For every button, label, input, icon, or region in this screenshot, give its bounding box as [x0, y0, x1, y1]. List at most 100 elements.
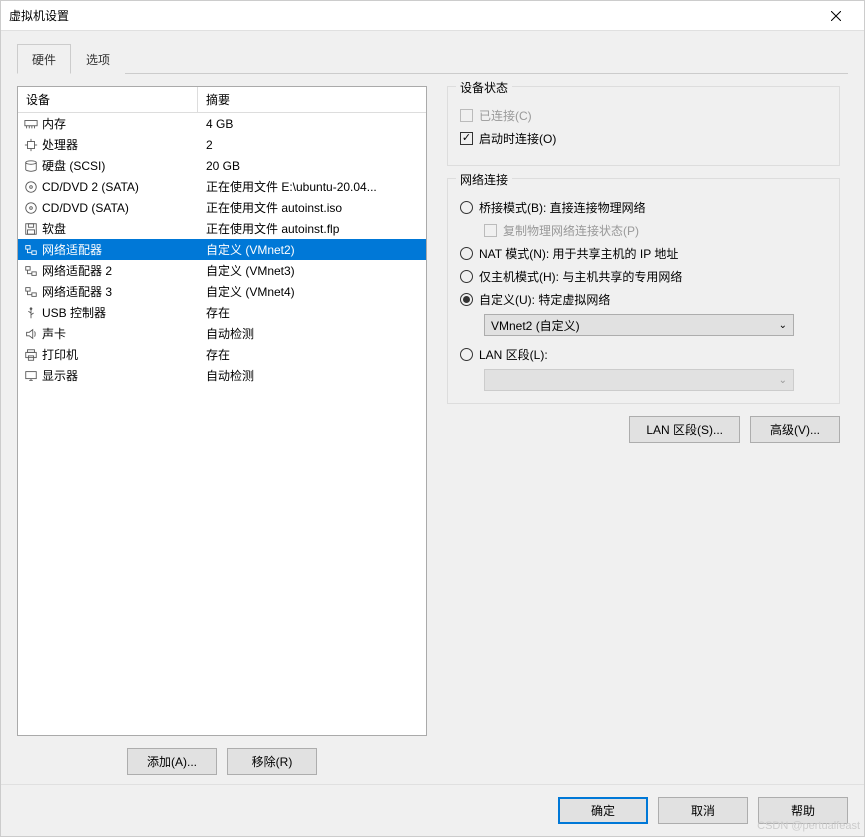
device-row[interactable]: 硬盘 (SCSI)20 GB	[18, 155, 426, 176]
device-summary: 自动检测	[198, 325, 426, 342]
device-summary: 自定义 (VMnet3)	[198, 262, 426, 279]
usb-icon	[22, 305, 40, 321]
floppy-icon	[22, 221, 40, 237]
titlebar: 虚拟机设置	[1, 1, 864, 31]
help-button[interactable]: 帮助	[758, 797, 848, 824]
check-replicate-label: 复制物理网络连接状态(P)	[503, 222, 639, 239]
device-row[interactable]: 网络适配器 3自定义 (VMnet4)	[18, 281, 426, 302]
footer: 确定 取消 帮助	[1, 784, 864, 836]
close-icon	[831, 11, 841, 21]
device-name: 网络适配器 2	[40, 262, 198, 279]
close-button[interactable]	[816, 1, 856, 31]
lan-segments-button[interactable]: LAN 区段(S)...	[629, 416, 740, 443]
tab-hardware[interactable]: 硬件	[17, 44, 71, 74]
radio-custom[interactable]: 自定义(U): 特定虚拟网络	[460, 291, 827, 308]
custom-vmnet-value: VMnet2 (自定义)	[491, 317, 580, 334]
sound-icon	[22, 326, 40, 342]
device-list-header: 设备 摘要	[18, 87, 426, 113]
dialog-body: 硬件 选项 设备 摘要 内存4 GB处理器2硬盘 (SCSI)20 GBCD/D…	[1, 31, 864, 784]
device-row[interactable]: USB 控制器存在	[18, 302, 426, 323]
net-icon	[22, 263, 40, 279]
device-rows: 内存4 GB处理器2硬盘 (SCSI)20 GBCD/DVD 2 (SATA)正…	[18, 113, 426, 386]
display-icon	[22, 368, 40, 384]
advanced-button[interactable]: 高级(V)...	[750, 416, 840, 443]
custom-vmnet-select[interactable]: VMnet2 (自定义) ⌄	[484, 314, 794, 336]
remove-button[interactable]: 移除(R)	[227, 748, 317, 775]
device-name: 网络适配器	[40, 241, 198, 258]
device-list: 设备 摘要 内存4 GB处理器2硬盘 (SCSI)20 GBCD/DVD 2 (…	[17, 86, 427, 736]
cd-icon	[22, 200, 40, 216]
device-summary: 20 GB	[198, 159, 426, 173]
device-name: CD/DVD (SATA)	[40, 201, 198, 215]
device-row[interactable]: 处理器2	[18, 134, 426, 155]
radio-icon	[460, 270, 473, 283]
tab-options[interactable]: 选项	[71, 44, 125, 74]
device-summary: 4 GB	[198, 117, 426, 131]
net-icon	[22, 242, 40, 258]
cpu-icon	[22, 137, 40, 153]
printer-icon	[22, 347, 40, 363]
device-row[interactable]: CD/DVD (SATA)正在使用文件 autoinst.iso	[18, 197, 426, 218]
lan-segment-select: ⌄	[484, 369, 794, 391]
net-icon	[22, 284, 40, 300]
cd-icon	[22, 179, 40, 195]
check-replicate: 复制物理网络连接状态(P)	[484, 222, 827, 239]
device-row[interactable]: CD/DVD 2 (SATA)正在使用文件 E:\ubuntu-20.04...	[18, 176, 426, 197]
check-connected: 已连接(C)	[460, 107, 827, 124]
radio-icon	[460, 201, 473, 214]
device-name: 网络适配器 3	[40, 283, 198, 300]
device-row[interactable]: 声卡自动检测	[18, 323, 426, 344]
content: 设备 摘要 内存4 GB处理器2硬盘 (SCSI)20 GBCD/DVD 2 (…	[17, 74, 848, 787]
device-row[interactable]: 显示器自动检测	[18, 365, 426, 386]
device-row[interactable]: 网络适配器自定义 (VMnet2)	[18, 239, 426, 260]
device-name: 显示器	[40, 367, 198, 384]
right-pane: 设备状态 已连接(C) 启动时连接(O) 网络连接 桥接模式(B): 直接连接物…	[447, 86, 848, 787]
column-device[interactable]: 设备	[18, 87, 198, 112]
radio-custom-label: 自定义(U): 特定虚拟网络	[479, 291, 610, 308]
radio-icon	[460, 247, 473, 260]
cancel-button[interactable]: 取消	[658, 797, 748, 824]
radio-lan-label: LAN 区段(L):	[479, 346, 548, 363]
device-name: 内存	[40, 115, 198, 132]
device-row[interactable]: 打印机存在	[18, 344, 426, 365]
device-row[interactable]: 内存4 GB	[18, 113, 426, 134]
ok-button[interactable]: 确定	[558, 797, 648, 824]
hdd-icon	[22, 158, 40, 174]
radio-bridged-label: 桥接模式(B): 直接连接物理网络	[479, 199, 646, 216]
device-name: 软盘	[40, 220, 198, 237]
device-name: 处理器	[40, 136, 198, 153]
checkbox-icon	[460, 109, 473, 122]
radio-icon	[460, 293, 473, 306]
radio-hostonly-label: 仅主机模式(H): 与主机共享的专用网络	[479, 268, 682, 285]
radio-icon	[460, 348, 473, 361]
radio-nat-label: NAT 模式(N): 用于共享主机的 IP 地址	[479, 245, 678, 262]
chevron-down-icon: ⌄	[779, 320, 787, 331]
device-summary: 存在	[198, 304, 426, 321]
device-name: CD/DVD 2 (SATA)	[40, 180, 198, 194]
device-summary: 正在使用文件 autoinst.flp	[198, 220, 426, 237]
right-buttons: LAN 区段(S)... 高级(V)...	[447, 416, 840, 443]
check-connected-label: 已连接(C)	[479, 107, 532, 124]
chevron-down-icon: ⌄	[779, 375, 787, 386]
device-name: 声卡	[40, 325, 198, 342]
tabs: 硬件 选项	[17, 43, 848, 74]
radio-hostonly[interactable]: 仅主机模式(H): 与主机共享的专用网络	[460, 268, 827, 285]
device-summary: 正在使用文件 E:\ubuntu-20.04...	[198, 178, 426, 195]
radio-lan[interactable]: LAN 区段(L):	[460, 346, 827, 363]
device-row[interactable]: 网络适配器 2自定义 (VMnet3)	[18, 260, 426, 281]
window-title: 虚拟机设置	[9, 7, 816, 24]
memory-icon	[22, 116, 40, 132]
device-summary: 2	[198, 138, 426, 152]
device-summary: 自动检测	[198, 367, 426, 384]
column-summary[interactable]: 摘要	[198, 87, 426, 112]
radio-nat[interactable]: NAT 模式(N): 用于共享主机的 IP 地址	[460, 245, 827, 262]
radio-bridged[interactable]: 桥接模式(B): 直接连接物理网络	[460, 199, 827, 216]
checkbox-icon	[460, 132, 473, 145]
device-status-legend: 设备状态	[456, 79, 512, 96]
checkbox-icon	[484, 224, 497, 237]
device-row[interactable]: 软盘正在使用文件 autoinst.flp	[18, 218, 426, 239]
add-button[interactable]: 添加(A)...	[127, 748, 217, 775]
check-connect-on-power[interactable]: 启动时连接(O)	[460, 130, 827, 147]
left-pane: 设备 摘要 内存4 GB处理器2硬盘 (SCSI)20 GBCD/DVD 2 (…	[17, 86, 427, 787]
vm-settings-dialog: 虚拟机设置 硬件 选项 设备 摘要 内存4 GB处理器2硬盘 (SCSI)20 …	[0, 0, 865, 837]
